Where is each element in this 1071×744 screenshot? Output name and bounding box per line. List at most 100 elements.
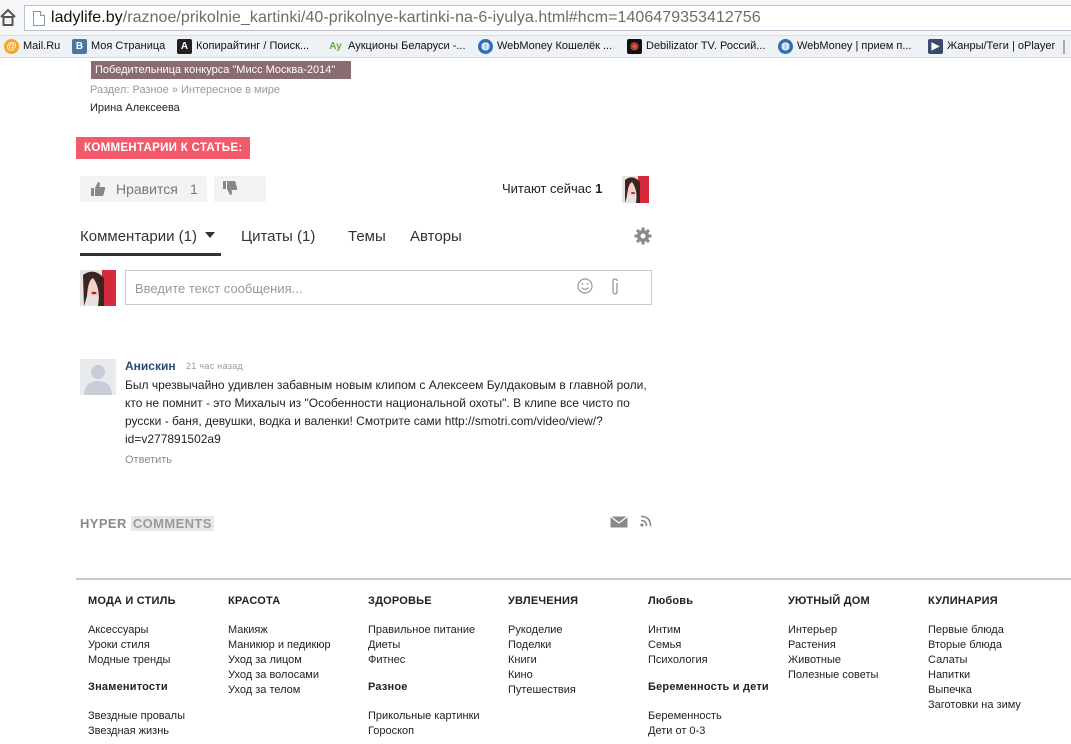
footer-column-love: Любовь Интим Семья Психология Беременнос… — [648, 595, 788, 739]
footer-link[interactable]: Прикольные картинки — [368, 709, 508, 724]
reader-avatar[interactable] — [622, 176, 649, 203]
footer-link[interactable]: Психология — [648, 653, 788, 668]
gear-icon[interactable] — [634, 227, 652, 245]
footer-link[interactable]: Вторые блюда — [928, 638, 1068, 653]
footer-link[interactable]: Правильное питание — [368, 623, 508, 638]
footer-link[interactable]: Растения — [788, 638, 928, 653]
oplayer-icon: ▶ — [928, 38, 943, 54]
footer-link[interactable]: Уход за волосами — [228, 668, 368, 683]
bookmarks-overflow[interactable] — [1063, 40, 1067, 54]
footer-link[interactable]: Уход за лицом — [228, 653, 368, 668]
footer-link[interactable]: Маникюр и педикюр — [228, 638, 368, 653]
bookmark-vk[interactable]: B Моя Страница — [72, 38, 165, 56]
paperclip-icon[interactable] — [609, 278, 621, 296]
like-count: 1 — [190, 181, 198, 197]
thumbs-up-icon — [91, 182, 106, 196]
chevron-down-icon — [204, 232, 215, 239]
footer-link[interactable]: Поделки — [508, 638, 648, 653]
footer-link[interactable]: Диеты — [368, 638, 508, 653]
footer-column-hobbies: УВЛЕЧЕНИЯ Рукоделие Поделки Книги Кино П… — [508, 595, 648, 698]
debilizator-icon: ◉ — [627, 38, 642, 54]
footer-link[interactable]: Полезные советы — [788, 668, 928, 683]
article-section[interactable]: Раздел: Разное » Интересное в мире — [90, 84, 280, 96]
footer-link[interactable]: Беременность — [648, 709, 788, 724]
footer-link[interactable]: Фитнес — [368, 653, 508, 668]
footer-link[interactable]: Салаты — [928, 653, 1068, 668]
footer-heading[interactable]: Любовь — [648, 595, 788, 610]
bookmark-webmoney-payments[interactable]: ◍ WebMoney | прием п... — [778, 38, 912, 56]
hypercomments-logo[interactable]: HYPER COMMENTS — [80, 516, 214, 531]
mailru-icon: @ — [4, 38, 19, 54]
footer-link[interactable]: Путешествия — [508, 683, 648, 698]
active-tab-indicator — [80, 253, 221, 256]
footer-link[interactable]: Макияж — [228, 623, 368, 638]
comment-author[interactable]: Анискин — [125, 359, 176, 373]
rss-icon[interactable] — [640, 515, 652, 527]
footer-heading[interactable]: УВЛЕЧЕНИЯ — [508, 595, 648, 610]
dislike-button[interactable] — [214, 176, 266, 202]
home-icon[interactable] — [0, 8, 16, 26]
footer-link[interactable]: Напитки — [928, 668, 1068, 683]
bookmark-mailru[interactable]: @ Mail.Ru — [4, 38, 60, 56]
thumbs-down-icon — [223, 181, 238, 195]
footer-column-home: УЮТНЫЙ ДОМ Интерьер Растения Животные По… — [788, 595, 928, 683]
footer-link[interactable]: Аксессуары — [88, 623, 228, 638]
footer-heading[interactable]: МОДА И СТИЛЬ — [88, 595, 228, 610]
footer-link[interactable]: Звездные провалы — [88, 709, 228, 724]
footer-heading[interactable]: КРАСОТА — [228, 595, 368, 610]
tab-topics[interactable]: Темы — [348, 228, 386, 245]
bookmarks-bar: @ Mail.Ru B Моя Страница A Копирайтинг / По… — [0, 36, 1071, 58]
bookmark-advego[interactable]: A Копирайтинг / Поиск... — [177, 38, 309, 56]
footer-link[interactable]: Животные — [788, 653, 928, 668]
footer-link[interactable]: Гороскоп — [368, 724, 508, 739]
footer-link[interactable]: Кино — [508, 668, 648, 683]
footer-link[interactable]: Звездная жизнь — [88, 724, 228, 739]
footer-link[interactable]: Семья — [648, 638, 788, 653]
tab-quotes[interactable]: Цитаты (1) — [241, 228, 315, 245]
bookmark-ay[interactable]: Ay Аукционы Беларуси -... — [327, 38, 465, 56]
comment-timestamp[interactable]: 21 час назад — [186, 361, 243, 371]
footer-link[interactable]: Интим — [648, 623, 788, 638]
footer-heading[interactable]: Знаменитости — [88, 681, 228, 696]
footer-link[interactable]: Дети от 0-3 — [648, 724, 788, 739]
footer-link[interactable]: Рукоделие — [508, 623, 648, 638]
footer-heading[interactable]: Разное — [368, 681, 508, 696]
footer-link[interactable]: Уроки стиля — [88, 638, 228, 653]
smile-icon[interactable] — [577, 278, 593, 294]
mail-icon[interactable] — [610, 516, 628, 528]
page-content: Победительница конкурса "Мисс Москва-201… — [0, 59, 1071, 744]
footer-link[interactable]: Уход за телом — [228, 683, 368, 698]
reply-button[interactable]: Ответить — [125, 454, 172, 466]
footer-link[interactable]: Модные тренды — [88, 653, 228, 668]
url-field[interactable]: ladylife.by/raznoe/prikolnie_kartinki/40… — [24, 5, 1071, 31]
footer-link[interactable]: Выпечка — [928, 683, 1068, 698]
footer-heading[interactable]: Беременность и дети — [648, 681, 788, 696]
footer-heading[interactable]: КУЛИНАРИЯ — [928, 595, 1068, 610]
tab-comments[interactable]: Комментарии (1) — [80, 228, 215, 245]
footer-heading[interactable]: ЗДОРОВЬЕ — [368, 595, 508, 610]
webmoney-icon: ◍ — [778, 38, 793, 54]
bookmark-debilizator[interactable]: ◉ Debilizator TV. Россий... — [627, 38, 765, 56]
footer-column-beauty: КРАСОТА Макияж Маникюр и педикюр Уход за… — [228, 595, 368, 698]
comment-text: Был чрезвычайно удивлен забавным новым к… — [125, 378, 647, 446]
commenter-avatar[interactable] — [80, 359, 116, 395]
comments-heading: КОММЕНТАРИИ К СТАТЬЕ: — [76, 137, 251, 159]
bookmark-oplayer[interactable]: ▶ Жанры/Теги | oPlayer — [928, 38, 1055, 56]
footer-column-fashion: МОДА И СТИЛЬ Аксессуары Уроки стиля Модн… — [88, 595, 228, 739]
page-icon — [33, 11, 45, 26]
like-button[interactable]: Нравится 1 — [80, 176, 207, 202]
footer-link[interactable]: Книги — [508, 653, 648, 668]
footer-heading[interactable]: УЮТНЫЙ ДОМ — [788, 595, 928, 610]
footer-link[interactable]: Первые блюда — [928, 623, 1068, 638]
footer-link[interactable]: Заготовки на зиму — [928, 698, 1068, 713]
footer-link[interactable]: Интерьер — [788, 623, 928, 638]
comment-input-box — [125, 270, 652, 305]
footer-column-cooking: КУЛИНАРИЯ Первые блюда Вторые блюда Сала… — [928, 595, 1068, 713]
tab-authors[interactable]: Авторы — [410, 228, 462, 245]
comment-input[interactable] — [135, 279, 565, 297]
bookmark-webmoney-wallet[interactable]: ◍ WebMoney Кошелёк ... — [478, 38, 612, 56]
reading-now-count: 1 — [595, 181, 603, 196]
webmoney-icon: ◍ — [478, 38, 493, 54]
url-text[interactable]: ladylife.by/raznoe/prikolnie_kartinki/40… — [51, 9, 761, 27]
user-avatar[interactable] — [80, 270, 116, 306]
